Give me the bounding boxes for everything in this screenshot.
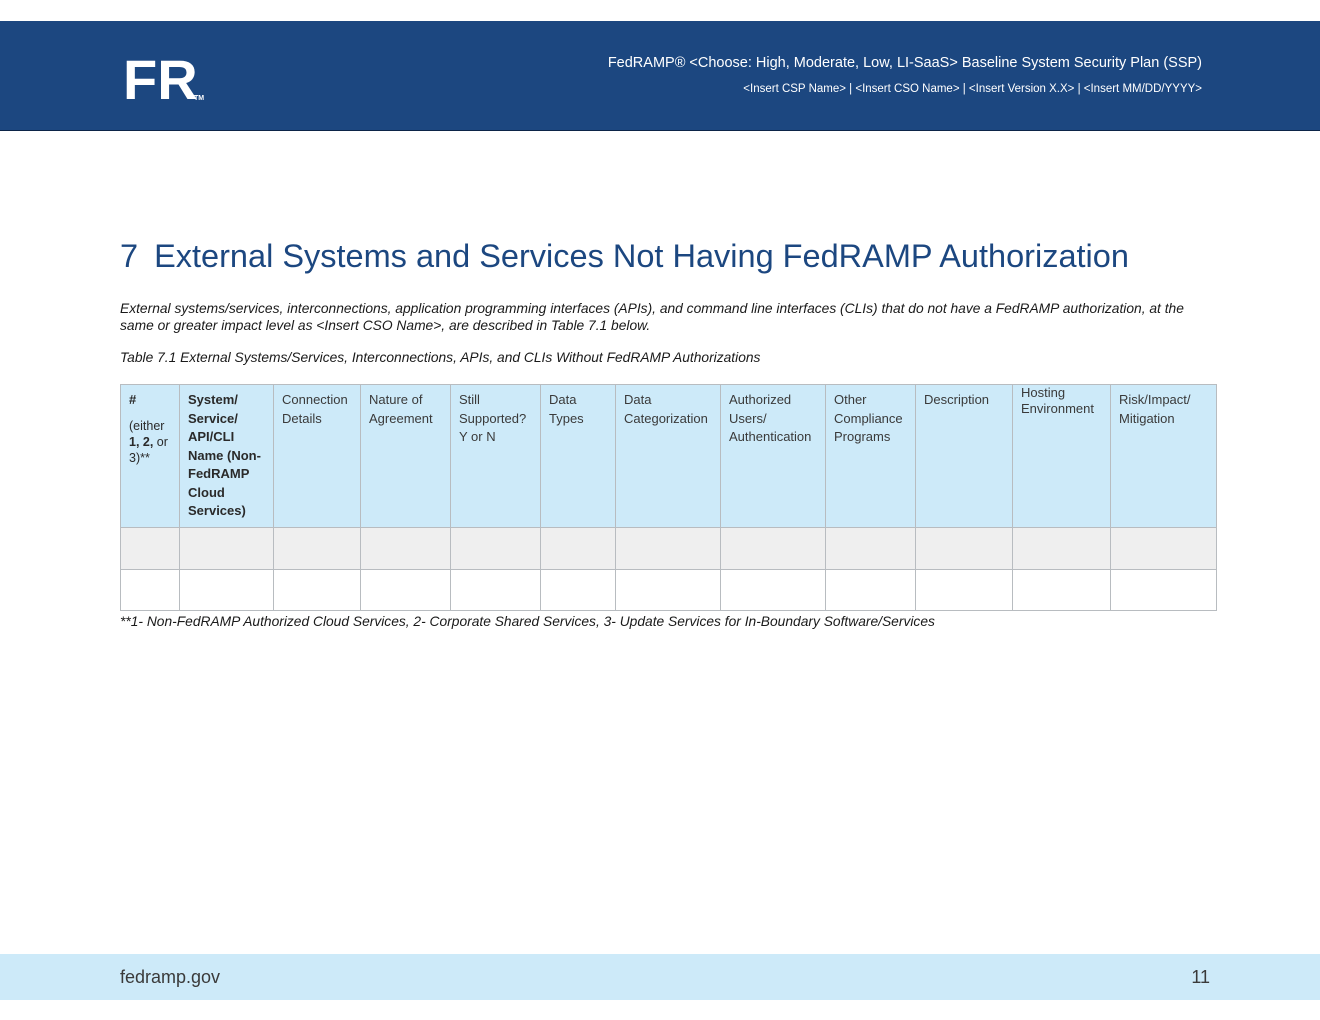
- header-other-compliance: Other Compliance Programs: [825, 384, 916, 528]
- table-cell[interactable]: [360, 569, 451, 611]
- header-number-note-d: 3)**: [129, 450, 150, 465]
- header-data-categorization: Data Categorization: [615, 384, 721, 528]
- document-subtitle: <Insert CSP Name> | <Insert CSO Name> | …: [743, 83, 1202, 95]
- table-cell[interactable]: [450, 569, 541, 611]
- table-cell[interactable]: [1110, 527, 1217, 570]
- header-data-types: Data Types: [540, 384, 616, 528]
- table-cell[interactable]: [273, 527, 361, 570]
- header-hosting-environment: Hosting Environment: [1012, 384, 1111, 528]
- table-cell[interactable]: [179, 527, 274, 570]
- header-system-name: System/ Service/ API/CLI Name (Non-FedRA…: [179, 384, 274, 528]
- table-cell[interactable]: [825, 527, 916, 570]
- header-risk-impact: Risk/Impact/ Mitigation: [1110, 384, 1217, 528]
- table-cell[interactable]: [915, 527, 1013, 570]
- section-heading: 7 External Systems and Services Not Havin…: [120, 238, 1129, 275]
- header-number-note-c: or: [153, 434, 168, 449]
- table-row: [120, 569, 1217, 611]
- table-footnote: **1- Non-FedRAMP Authorized Cloud Servic…: [120, 614, 935, 629]
- header-still-supported: Still Supported? Y or N: [450, 384, 541, 528]
- table-cell[interactable]: [615, 527, 721, 570]
- page-header: FR TM FedRAMP® <Choose: High, Moderate, …: [0, 21, 1320, 131]
- table-cell[interactable]: [450, 527, 541, 570]
- section-number: 7: [120, 238, 139, 274]
- table-cell[interactable]: [1012, 569, 1111, 611]
- table-row: [120, 527, 1217, 570]
- table-header-row: # (either 1, 2, or 3)** System/ Service/ A…: [120, 384, 1217, 528]
- logo-trademark: TM: [194, 95, 204, 102]
- section-intro: External systems/services, interconnecti…: [120, 301, 1184, 333]
- table-cell[interactable]: [720, 569, 826, 611]
- header-nature-of-agreement: Nature of Agreement: [360, 384, 451, 528]
- table-cell[interactable]: [915, 569, 1013, 611]
- table-caption: Table 7.1 External Systems/Services, Int…: [120, 350, 761, 365]
- external-systems-table: # (either 1, 2, or 3)** System/ Service/ A…: [120, 384, 1217, 611]
- page-footer: fedramp.gov 11: [0, 954, 1320, 1000]
- table-cell[interactable]: [273, 569, 361, 611]
- table-cell[interactable]: [1012, 527, 1111, 570]
- footer-site: fedramp.gov: [120, 967, 221, 987]
- table-cell[interactable]: [825, 569, 916, 611]
- header-number-hash: #: [129, 392, 137, 407]
- page-number: 11: [1191, 967, 1210, 987]
- table-cell[interactable]: [540, 527, 616, 570]
- table-cell[interactable]: [540, 569, 616, 611]
- table-cell[interactable]: [179, 569, 274, 611]
- header-connection-details: Connection Details: [273, 384, 361, 528]
- header-number: # (either 1, 2, or 3)**: [120, 384, 180, 528]
- header-number-note: (either 1, 2, or 3)**: [129, 418, 171, 466]
- header-description: Description: [915, 384, 1013, 528]
- header-number-note-a: (either: [129, 418, 165, 433]
- header-authorized-users: Authorized Users/ Authentication: [720, 384, 826, 528]
- table-cell[interactable]: [120, 569, 180, 611]
- section-title-text: External Systems and Services Not Having…: [154, 238, 1129, 274]
- table-cell[interactable]: [1110, 569, 1217, 611]
- table-cell[interactable]: [615, 569, 721, 611]
- logo-text: FR: [123, 53, 198, 103]
- document-title: FedRAMP® <Choose: High, Moderate, Low, L…: [607, 55, 1202, 71]
- table-cell[interactable]: [360, 527, 451, 570]
- header-number-note-b: 1, 2,: [129, 434, 154, 449]
- fedramp-logo: FR TM: [123, 53, 204, 103]
- table-cell[interactable]: [720, 527, 826, 570]
- table-cell[interactable]: [120, 527, 180, 570]
